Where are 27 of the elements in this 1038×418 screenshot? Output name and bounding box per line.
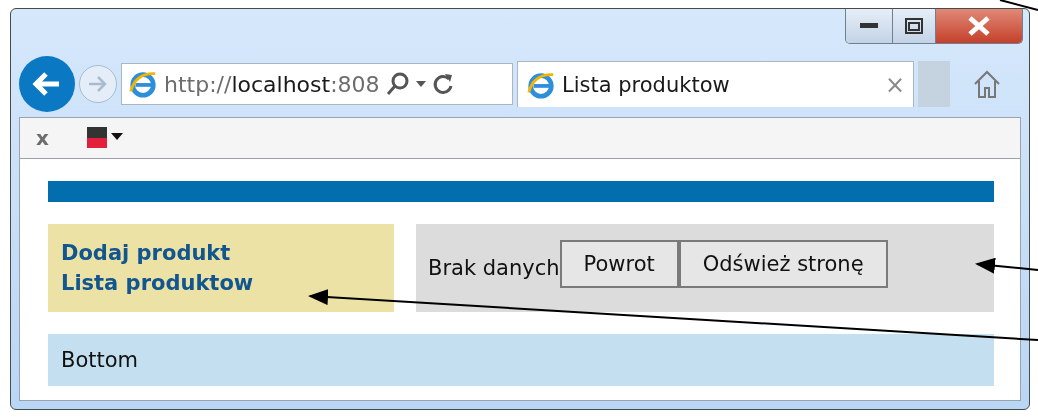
menu-link[interactable]: Lista produktow	[61, 268, 394, 298]
dropdown-caret-icon[interactable]	[415, 81, 426, 87]
minimize-button[interactable]	[846, 9, 892, 43]
status-message: Brak danych	[428, 256, 560, 280]
page-button[interactable]: Powrot	[559, 240, 679, 288]
toolbar-close-button[interactable]: x	[36, 126, 49, 150]
minimize-icon	[860, 23, 878, 29]
refresh-icon[interactable]	[431, 72, 454, 96]
address-field[interactable]: http://localhost:808	[121, 63, 513, 105]
addon-dropdown-icon[interactable]	[86, 127, 123, 149]
right-arrow-icon	[87, 74, 109, 94]
maximize-icon	[905, 18, 923, 34]
back-button[interactable]	[19, 56, 75, 112]
browser-logo-icon	[128, 69, 158, 99]
search-icon[interactable]	[385, 72, 410, 96]
menu-link[interactable]: Dodaj produkt	[61, 238, 394, 268]
browser-tab[interactable]: Lista produktow ×	[517, 61, 914, 107]
annotation-line	[999, 0, 1038, 11]
page-button[interactable]: Odśwież stronę	[678, 240, 888, 288]
annotation-arrow	[975, 257, 1038, 274]
url-text: http://localhost:808	[164, 71, 380, 97]
maximize-button[interactable]	[892, 9, 935, 43]
footer-text: Bottom	[61, 348, 139, 372]
home-icon[interactable]	[972, 69, 1002, 99]
tab-title: Lista produktow	[562, 72, 731, 97]
close-button[interactable]	[935, 9, 1022, 43]
close-icon	[967, 16, 991, 36]
